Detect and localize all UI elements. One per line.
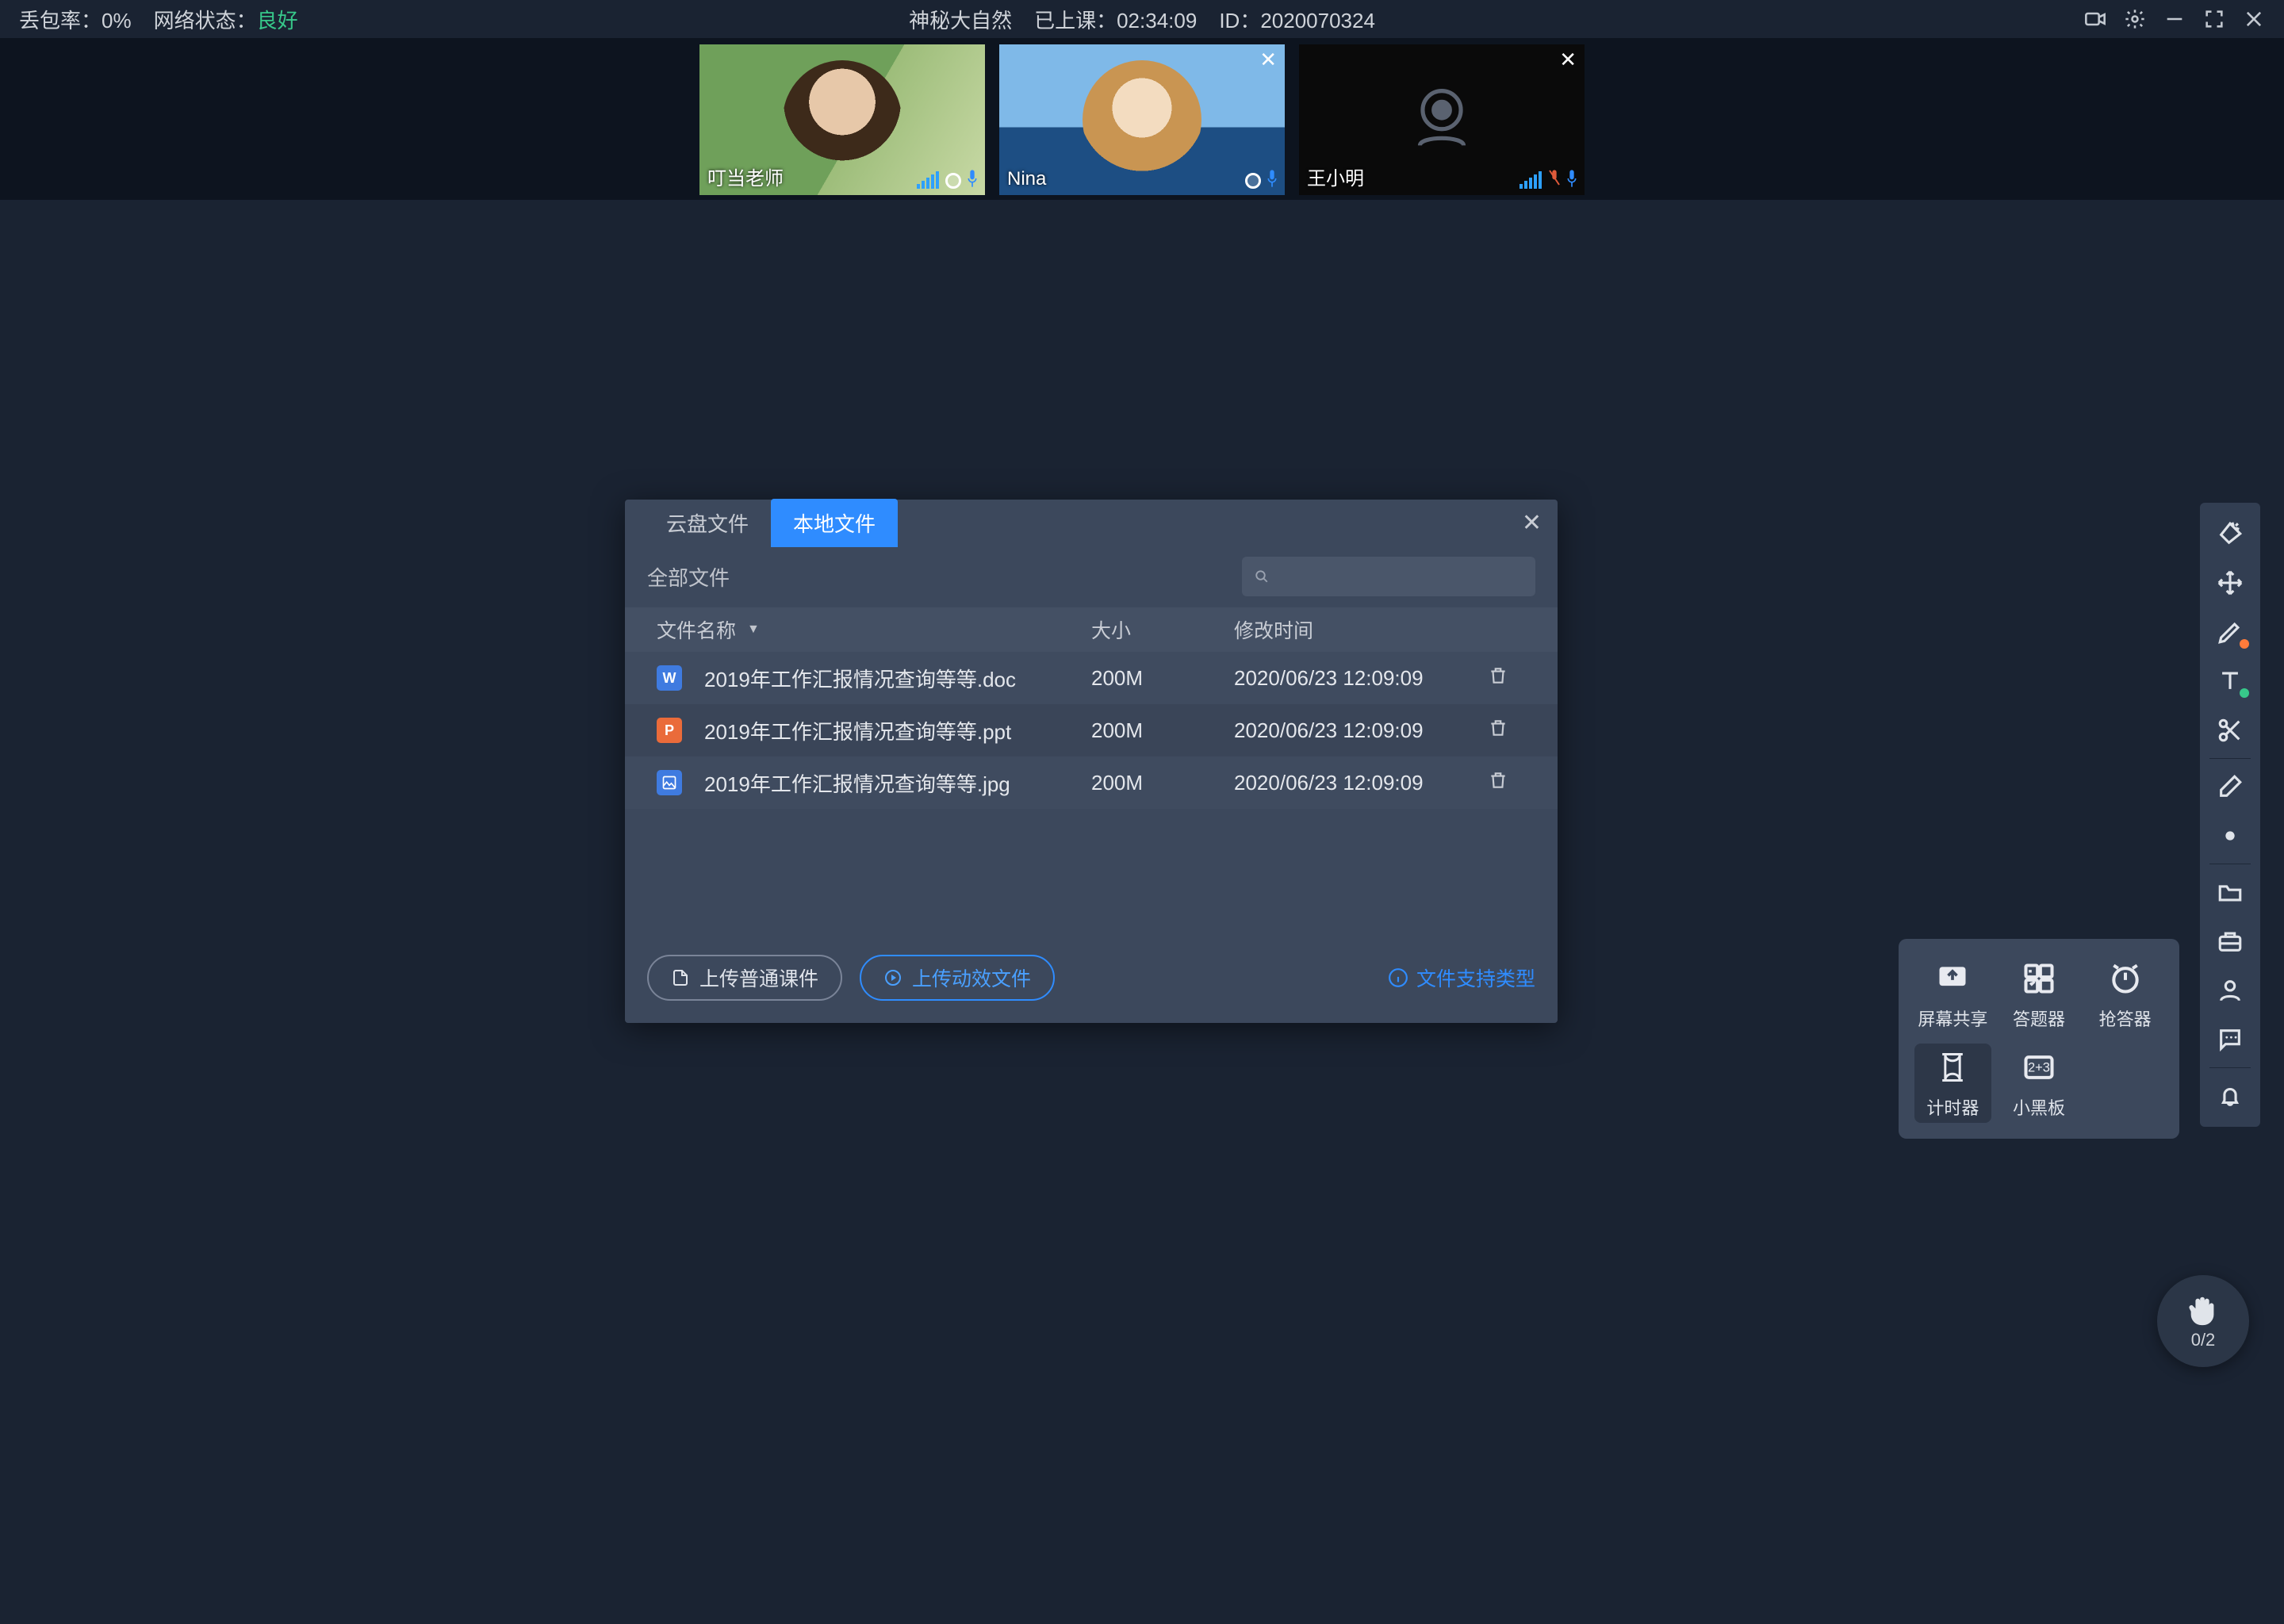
- text-tool[interactable]: [2206, 657, 2254, 706]
- search-icon: [1255, 568, 1269, 585]
- file-size: 200M: [1091, 718, 1234, 743]
- bell-tool[interactable]: [2206, 1071, 2254, 1120]
- scissors-tool[interactable]: [2206, 706, 2254, 755]
- file-name: 2019年工作汇报情况查询等等.ppt: [704, 716, 1011, 745]
- folder-tool[interactable]: [2206, 868, 2254, 917]
- participant-name: Nina: [1007, 168, 1046, 190]
- screen-share-button[interactable]: 屏幕共享: [1914, 955, 1991, 1034]
- search-input[interactable]: [1242, 557, 1535, 596]
- signal-icon: [1519, 168, 1542, 189]
- all-files-label: 全部文件: [647, 562, 730, 592]
- participant-name: 王小明: [1307, 163, 1364, 190]
- remove-participant-icon[interactable]: ✕: [1559, 48, 1577, 72]
- mic-icon: [1266, 168, 1278, 189]
- file-list: W 2019年工作汇报情况查询等等.doc 200M 2020/06/23 12…: [625, 652, 1558, 809]
- video-strip: 叮当老师 ✕ Nina ✕ 王小明: [0, 38, 2284, 200]
- tools-popover: 屏幕共享 答题器 抢答器 计时器 2+3 小黑板: [1899, 939, 2179, 1139]
- session-id: ID：2020070324: [1219, 5, 1375, 34]
- mic-muted-icon: [1548, 168, 1561, 189]
- chat-tool[interactable]: [2206, 1015, 2254, 1064]
- raise-hand-button[interactable]: 0/2: [2157, 1275, 2249, 1367]
- toolbox-tool[interactable]: [2206, 917, 2254, 966]
- answer-tool-button[interactable]: 答题器: [2001, 955, 2078, 1034]
- video-tile[interactable]: ✕ Nina: [999, 44, 1285, 195]
- participant-name: 叮当老师: [707, 163, 784, 190]
- elapsed-time: 已上课：02:34:09: [1034, 5, 1197, 34]
- close-icon[interactable]: [2243, 8, 2265, 30]
- file-row[interactable]: P 2019年工作汇报情况查询等等.ppt 200M 2020/06/23 12…: [625, 704, 1558, 756]
- file-time: 2020/06/23 12:09:09: [1234, 771, 1488, 795]
- upload-dynamic-button[interactable]: 上传动效文件: [860, 955, 1055, 1001]
- user-tool[interactable]: [2206, 966, 2254, 1015]
- network-status: 网络状态：良好: [154, 5, 298, 34]
- eraser-tool[interactable]: [2206, 762, 2254, 811]
- mini-board-button[interactable]: 2+3 小黑板: [2001, 1044, 2078, 1123]
- sort-desc-icon[interactable]: ▼: [747, 622, 760, 637]
- dialog-close-icon[interactable]: ✕: [1522, 509, 1542, 537]
- camera-status-icon: [1245, 173, 1261, 189]
- camera-off-icon: [1398, 75, 1485, 166]
- col-header-size[interactable]: 大小: [1091, 615, 1234, 644]
- mic-icon: [966, 168, 979, 189]
- file-row[interactable]: 2019年工作汇报情况查询等等.jpg 200M 2020/06/23 12:0…: [625, 756, 1558, 809]
- fullscreen-icon[interactable]: [2203, 8, 2225, 30]
- file-name: 2019年工作汇报情况查询等等.doc: [704, 664, 1016, 693]
- tab-local-files[interactable]: 本地文件: [771, 499, 898, 547]
- file-size: 200M: [1091, 771, 1234, 795]
- ppt-file-icon: P: [657, 718, 682, 743]
- col-header-name[interactable]: 文件名称: [657, 615, 736, 644]
- file-size: 200M: [1091, 666, 1234, 691]
- pen-tool[interactable]: [2206, 607, 2254, 657]
- raise-hand-count: 0/2: [2191, 1330, 2216, 1350]
- move-tool[interactable]: [2206, 558, 2254, 607]
- buzzer-button[interactable]: 抢答器: [2087, 955, 2163, 1034]
- supported-types-link[interactable]: 文件支持类型: [1388, 963, 1535, 992]
- delete-file-icon[interactable]: [1488, 665, 1535, 691]
- video-tile[interactable]: 叮当老师: [699, 44, 985, 195]
- delete-file-icon[interactable]: [1488, 770, 1535, 796]
- top-status-bar: 丢包率：0% 网络状态：良好 神秘大自然 已上课：02:34:09 ID：202…: [0, 0, 2284, 38]
- file-time: 2020/06/23 12:09:09: [1234, 718, 1488, 743]
- file-table-header: 文件名称 ▼ 大小 修改时间: [625, 607, 1558, 652]
- signal-icon: [917, 168, 939, 189]
- timer-button[interactable]: 计时器: [1914, 1044, 1991, 1123]
- col-header-time[interactable]: 修改时间: [1234, 615, 1488, 644]
- file-name: 2019年工作汇报情况查询等等.jpg: [704, 768, 1010, 798]
- camera-toggle-icon[interactable]: [2084, 8, 2106, 30]
- delete-file-icon[interactable]: [1488, 718, 1535, 744]
- course-title: 神秘大自然: [909, 5, 1012, 34]
- packet-loss: 丢包率：0%: [19, 5, 132, 34]
- color-picker-tool[interactable]: [2206, 811, 2254, 860]
- laser-pointer-tool[interactable]: [2206, 509, 2254, 558]
- tab-cloud-files[interactable]: 云盘文件: [644, 499, 771, 547]
- file-time: 2020/06/23 12:09:09: [1234, 666, 1488, 691]
- doc-file-icon: W: [657, 665, 682, 691]
- remove-participant-icon[interactable]: ✕: [1259, 48, 1277, 72]
- file-dialog: 云盘文件 本地文件 ✕ 全部文件 文件名称 ▼ 大小 修改时间 W 2019年工…: [625, 500, 1558, 1023]
- file-row[interactable]: W 2019年工作汇报情况查询等等.doc 200M 2020/06/23 12…: [625, 652, 1558, 704]
- camera-status-icon: [945, 173, 961, 189]
- mic-icon: [1565, 168, 1578, 189]
- image-file-icon: [657, 770, 682, 795]
- svg-text:2+3: 2+3: [2028, 1061, 2050, 1075]
- upload-normal-button[interactable]: 上传普通课件: [647, 955, 842, 1001]
- video-tile[interactable]: ✕ 王小明: [1299, 44, 1585, 195]
- minimize-icon[interactable]: [2163, 8, 2186, 30]
- settings-icon[interactable]: [2124, 8, 2146, 30]
- tool-rail: [2200, 503, 2260, 1127]
